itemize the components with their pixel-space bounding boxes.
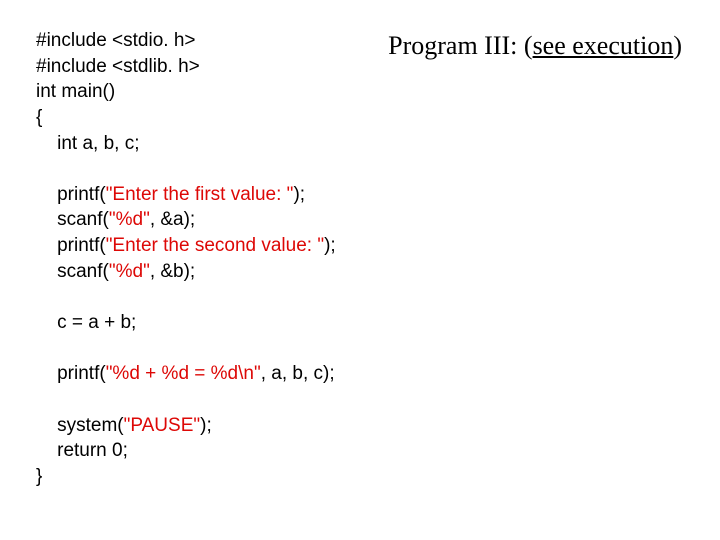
line-16c: ); xyxy=(200,415,212,436)
line-17: return 0; xyxy=(36,440,128,461)
paren-close: ) xyxy=(673,31,682,60)
line-16a: system( xyxy=(36,415,124,436)
line-2: #include <stdlib. h> xyxy=(36,56,200,77)
line-14c: , a, b, c); xyxy=(261,363,335,384)
program-label: Program III: xyxy=(388,31,517,60)
line-4: { xyxy=(36,107,42,128)
string-literal-3: "Enter the second value: " xyxy=(106,235,324,256)
line-14a: printf( xyxy=(36,363,106,384)
code-block: #include <stdio. h> #include <stdlib. h>… xyxy=(36,28,684,490)
line-9c: ); xyxy=(324,235,336,256)
line-5: int a, b, c; xyxy=(36,133,140,154)
slide-heading: Program III: (see execution) xyxy=(388,28,682,63)
string-literal-6: "PAUSE" xyxy=(124,415,201,436)
line-12: c = a + b; xyxy=(36,312,136,333)
line-7a: printf( xyxy=(36,184,106,205)
line-1: #include <stdio. h> xyxy=(36,30,196,51)
line-7c: ); xyxy=(293,184,305,205)
line-10a: scanf( xyxy=(36,261,109,282)
string-literal-5: "%d + %d = %d\n" xyxy=(106,363,261,384)
paren-open: ( xyxy=(524,31,533,60)
see-execution-link[interactable]: see execution xyxy=(533,31,674,60)
slide: Program III: (see execution) #include <s… xyxy=(0,0,720,540)
line-8a: scanf( xyxy=(36,209,109,230)
line-18: } xyxy=(36,466,42,487)
line-10c: , &b); xyxy=(150,261,195,282)
string-literal-2: "%d" xyxy=(109,209,150,230)
line-8c: , &a); xyxy=(150,209,195,230)
line-3: int main() xyxy=(36,81,115,102)
string-literal-4: "%d" xyxy=(109,261,150,282)
string-literal-1: "Enter the first value: " xyxy=(106,184,294,205)
line-9a: printf( xyxy=(36,235,106,256)
